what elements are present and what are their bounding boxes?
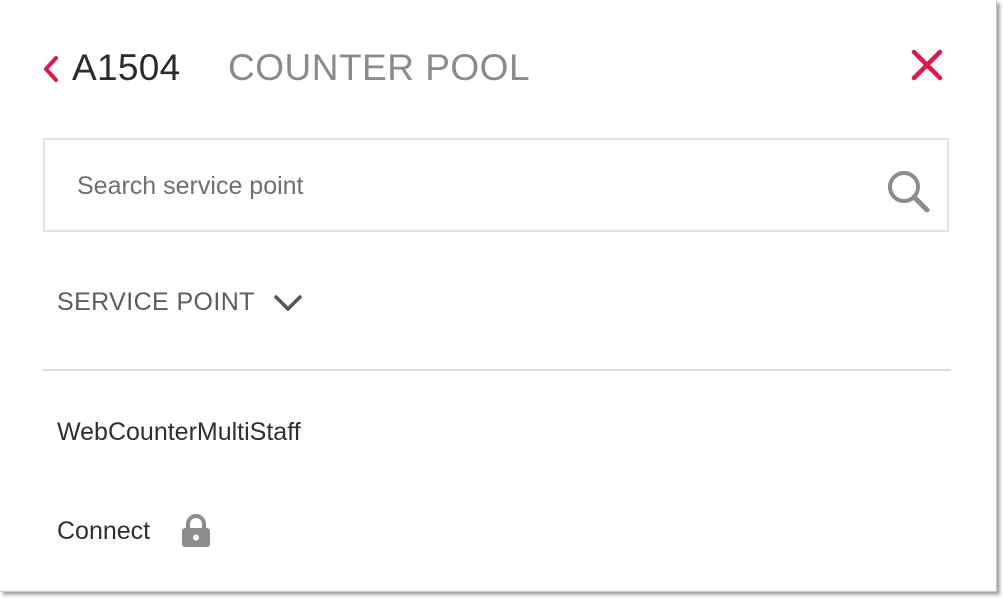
panel-header: A1504 COUNTER POOL	[40, 40, 956, 100]
list-item-label: Connect	[57, 516, 151, 545]
search-icon[interactable]	[885, 168, 931, 214]
list-item-label: WebCounterMultiStaff	[57, 418, 301, 446]
chevron-left-icon	[44, 56, 58, 82]
back-button[interactable]	[40, 54, 62, 84]
close-button[interactable]	[910, 48, 944, 82]
counter-pool-panel: A1504 COUNTER POOL SERVICE POINT WebCoun…	[0, 0, 997, 592]
divider	[43, 369, 951, 371]
close-icon	[911, 49, 943, 81]
search-input[interactable]	[75, 140, 879, 232]
service-point-column-header[interactable]: SERVICE POINT	[57, 288, 303, 317]
search-box	[43, 138, 949, 232]
page-title: COUNTER POOL	[228, 47, 531, 88]
chevron-down-icon	[274, 294, 302, 311]
lock-icon	[182, 514, 211, 547]
column-header-label: SERVICE POINT	[57, 288, 255, 316]
list-item[interactable]: Connect	[57, 514, 212, 548]
counter-id: A1504	[72, 47, 181, 88]
list-item[interactable]: WebCounterMultiStaff	[57, 418, 301, 447]
